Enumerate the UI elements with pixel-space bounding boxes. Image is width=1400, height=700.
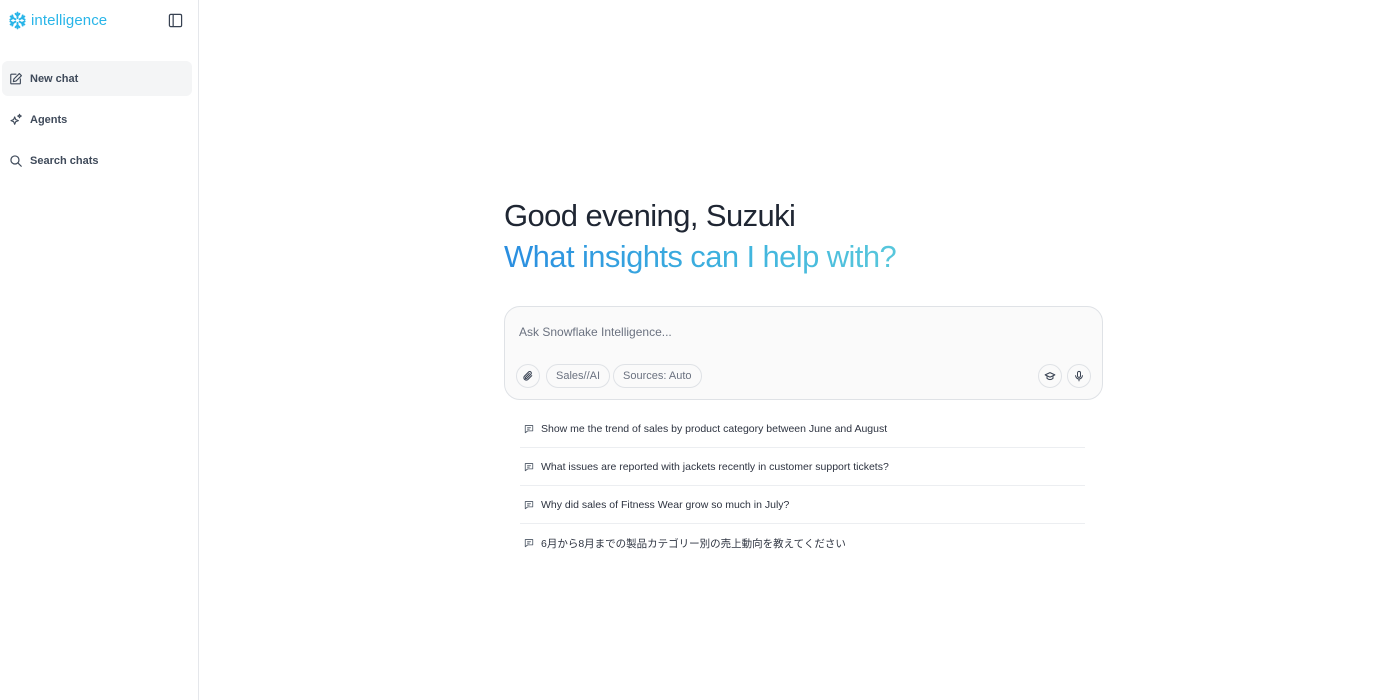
suggested-prompt-text: 6月から8月までの製品カテゴリー別の売上動向を教えてください <box>541 537 846 550</box>
sparkle-icon <box>10 113 22 125</box>
sidebar-item-search-chats[interactable]: Search chats <box>2 143 192 178</box>
microphone-button[interactable] <box>1067 364 1091 388</box>
insights-subheading: What insights can I help with? <box>504 239 897 274</box>
learn-button[interactable] <box>1038 364 1062 388</box>
suggested-prompt-item[interactable]: 6月から8月までの製品カテゴリー別の売上動向を教えてください <box>520 524 1085 562</box>
suggested-prompt-item[interactable]: Show me the trend of sales by product ca… <box>520 410 1085 448</box>
microphone-icon <box>1075 370 1083 382</box>
sidebar-toggle-icon <box>168 13 182 27</box>
chat-input[interactable] <box>519 323 1079 341</box>
sidebar-item-label: Search chats <box>30 154 99 167</box>
brand-logo[interactable]: intelligence <box>8 10 107 30</box>
greeting-heading: Good evening, Suzuki <box>504 198 796 233</box>
paperclip-icon <box>523 371 533 381</box>
chat-bubble-icon <box>524 424 534 433</box>
snowflake-icon <box>9 11 26 29</box>
suggested-prompt-item[interactable]: What issues are reported with jackets re… <box>520 448 1085 486</box>
sidebar: intelligence New chat Agents Search chat… <box>0 0 199 700</box>
suggested-prompt-item[interactable]: Why did sales of Fitness Wear grow so mu… <box>520 486 1085 524</box>
sidebar-item-label: Agents <box>30 113 68 126</box>
suggested-prompt-text: What issues are reported with jackets re… <box>541 460 889 473</box>
attach-button[interactable] <box>516 364 540 388</box>
suggested-prompts: Show me the trend of sales by product ca… <box>520 410 1085 562</box>
graduation-cap-icon <box>1044 372 1056 381</box>
chat-bubble-icon <box>524 500 534 509</box>
sidebar-toggle-button[interactable] <box>166 11 184 29</box>
app-root: intelligence New chat Agents Search chat… <box>0 0 1400 700</box>
suggested-prompt-text: Why did sales of Fitness Wear grow so mu… <box>541 498 790 511</box>
chat-composer: Sales//AI Sources: Auto <box>504 306 1103 400</box>
chat-bubble-icon <box>524 539 534 548</box>
suggested-prompt-text: Show me the trend of sales by product ca… <box>541 422 888 435</box>
edit-icon <box>10 72 22 84</box>
sources-selector-pill[interactable]: Sources: Auto <box>613 364 702 388</box>
agent-selector-pill[interactable]: Sales//AI <box>546 364 611 388</box>
sidebar-item-new-chat[interactable]: New chat <box>2 61 192 96</box>
brand-name: intelligence <box>31 11 108 29</box>
sidebar-item-agents[interactable]: Agents <box>2 102 192 137</box>
sidebar-item-label: New chat <box>30 72 79 85</box>
search-icon <box>10 154 22 167</box>
chat-bubble-icon <box>524 462 534 471</box>
